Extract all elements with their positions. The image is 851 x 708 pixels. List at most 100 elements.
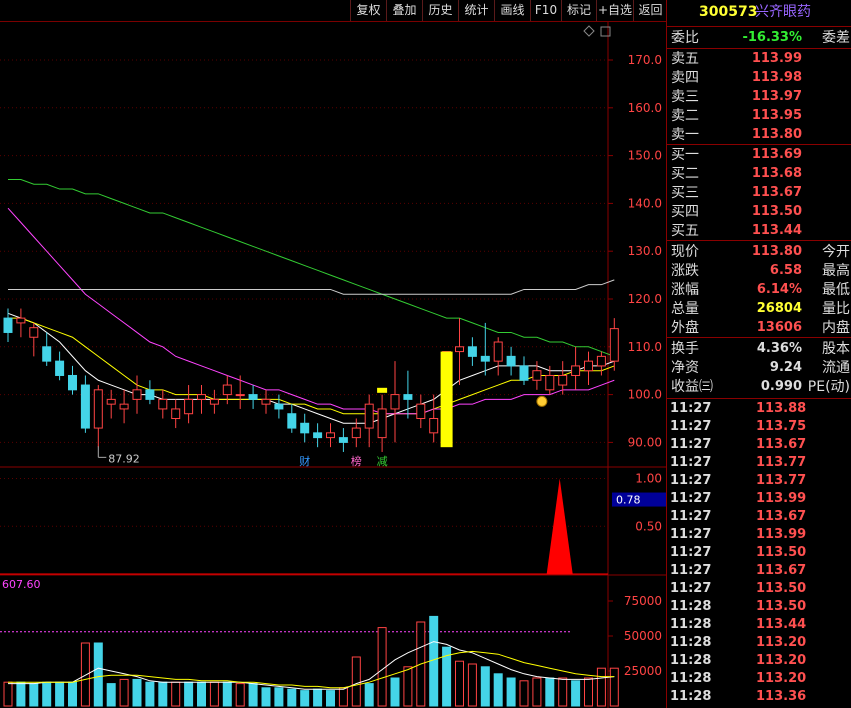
- candle-body[interactable]: [609, 328, 619, 362]
- volume-bar[interactable]: [132, 678, 142, 707]
- candle-body[interactable]: [377, 408, 387, 439]
- candle-body[interactable]: [313, 432, 323, 439]
- candle-body[interactable]: [429, 418, 439, 434]
- volume-bar[interactable]: [171, 681, 181, 707]
- candle-body[interactable]: [80, 384, 90, 429]
- volume-bar[interactable]: [480, 666, 490, 707]
- highlight-candle[interactable]: [377, 387, 388, 393]
- volume-bar[interactable]: [55, 681, 65, 707]
- candle-body[interactable]: [403, 394, 413, 400]
- indicator-pane[interactable]: 1.00 0.50 0.78: [0, 472, 666, 575]
- candle-body[interactable]: [338, 437, 348, 443]
- overlay-button[interactable]: 叠加: [386, 0, 422, 21]
- volume-bar[interactable]: [364, 683, 374, 707]
- volume-bar[interactable]: [119, 678, 129, 707]
- candle-body[interactable]: [145, 389, 155, 400]
- volume-bar[interactable]: [274, 687, 284, 707]
- volume-bar[interactable]: [29, 683, 39, 707]
- volume-bar[interactable]: [93, 642, 103, 707]
- candle-body[interactable]: [16, 317, 26, 324]
- volume-bar[interactable]: [532, 677, 542, 707]
- volume-bar[interactable]: [558, 677, 568, 707]
- volume-bar[interactable]: [80, 642, 90, 707]
- candle-body[interactable]: [248, 394, 258, 400]
- candle-body[interactable]: [326, 432, 335, 439]
- candle-body[interactable]: [3, 317, 13, 333]
- add-watchlist-button[interactable]: +自选: [596, 0, 633, 21]
- volume-bar[interactable]: [506, 677, 516, 707]
- volume-bar[interactable]: [158, 681, 168, 707]
- volume-bar[interactable]: [584, 677, 593, 707]
- volume-bar[interactable]: [455, 660, 464, 707]
- draw-line-button[interactable]: 画线: [494, 0, 530, 21]
- candle-body[interactable]: [467, 346, 477, 357]
- candle-body[interactable]: [222, 384, 232, 396]
- candle-body[interactable]: [55, 360, 65, 376]
- candle-body[interactable]: [106, 398, 116, 405]
- chart-svg[interactable]: 170.0 160.0 150.0 140.0 130.0 120.0 110.0 100.0…: [0, 22, 666, 708]
- candle-body[interactable]: [132, 389, 142, 400]
- volume-bar[interactable]: [42, 681, 52, 707]
- volume-bar[interactable]: [351, 656, 361, 707]
- volume-bar[interactable]: [145, 681, 155, 707]
- volume-pane[interactable]: 607.60 75000 50000 25000: [0, 578, 662, 707]
- volume-bar[interactable]: [377, 627, 387, 707]
- candle-body[interactable]: [493, 341, 503, 362]
- candle-body[interactable]: [93, 389, 103, 429]
- volume-bar[interactable]: [326, 690, 335, 707]
- statistics-button[interactable]: 统计: [458, 0, 494, 21]
- candle-body[interactable]: [390, 394, 400, 410]
- candle-body[interactable]: [519, 365, 529, 381]
- volume-bar[interactable]: [222, 681, 232, 707]
- volume-bar[interactable]: [545, 677, 555, 707]
- f10-button[interactable]: F10: [530, 0, 561, 21]
- volume-bar[interactable]: [403, 666, 413, 707]
- volume-bar[interactable]: [596, 667, 606, 707]
- volume-bar[interactable]: [287, 688, 297, 707]
- back-button[interactable]: 返回: [633, 0, 667, 21]
- candle-body[interactable]: [197, 394, 206, 400]
- volume-bar[interactable]: [106, 683, 116, 707]
- volume-bar[interactable]: [248, 683, 258, 707]
- candle-body[interactable]: [571, 365, 581, 376]
- candle-body[interactable]: [364, 403, 374, 429]
- volume-bar[interactable]: [209, 681, 219, 707]
- candle-body[interactable]: [287, 413, 297, 429]
- candle-body[interactable]: [29, 327, 39, 338]
- candle-body[interactable]: [545, 374, 555, 391]
- candle-body[interactable]: [596, 355, 606, 367]
- history-button[interactable]: 历史: [422, 0, 458, 21]
- candle-body[interactable]: [506, 355, 516, 367]
- candle-body[interactable]: [42, 346, 52, 362]
- candle-body[interactable]: [261, 398, 271, 405]
- candle-body[interactable]: [532, 370, 542, 381]
- volume-bar[interactable]: [571, 680, 581, 707]
- candlestick-pane[interactable]: 170.0 160.0 150.0 140.0 130.0 120.0 110.0 100.0…: [3, 53, 662, 468]
- candle-body[interactable]: [455, 346, 464, 353]
- candle-body[interactable]: [274, 403, 284, 410]
- candle-body[interactable]: [416, 403, 426, 420]
- candle-body[interactable]: [558, 374, 568, 386]
- candle-body[interactable]: [184, 398, 194, 415]
- volume-bar[interactable]: [197, 681, 206, 707]
- volume-bar[interactable]: [493, 673, 503, 707]
- volume-bar[interactable]: [300, 690, 310, 707]
- volume-bar[interactable]: [261, 687, 271, 707]
- volume-bar[interactable]: [313, 688, 323, 707]
- candle-body[interactable]: [351, 427, 361, 439]
- restore-rights-button[interactable]: 复权: [350, 0, 386, 21]
- candle-body[interactable]: [300, 422, 310, 434]
- event-marker-label[interactable]: 减: [377, 455, 388, 468]
- volume-bar[interactable]: [390, 677, 400, 707]
- volume-bar[interactable]: [184, 681, 194, 707]
- volume-bar[interactable]: [68, 681, 77, 707]
- candle-body[interactable]: [158, 398, 168, 410]
- volume-bar[interactable]: [609, 667, 619, 707]
- volume-bar[interactable]: [467, 663, 477, 707]
- volume-bar[interactable]: [16, 681, 26, 707]
- event-marker-label[interactable]: 榜: [351, 454, 362, 468]
- candle-body[interactable]: [235, 394, 245, 397]
- candle-body[interactable]: [584, 360, 593, 372]
- candle-body[interactable]: [480, 355, 490, 362]
- window-icon[interactable]: [600, 26, 611, 37]
